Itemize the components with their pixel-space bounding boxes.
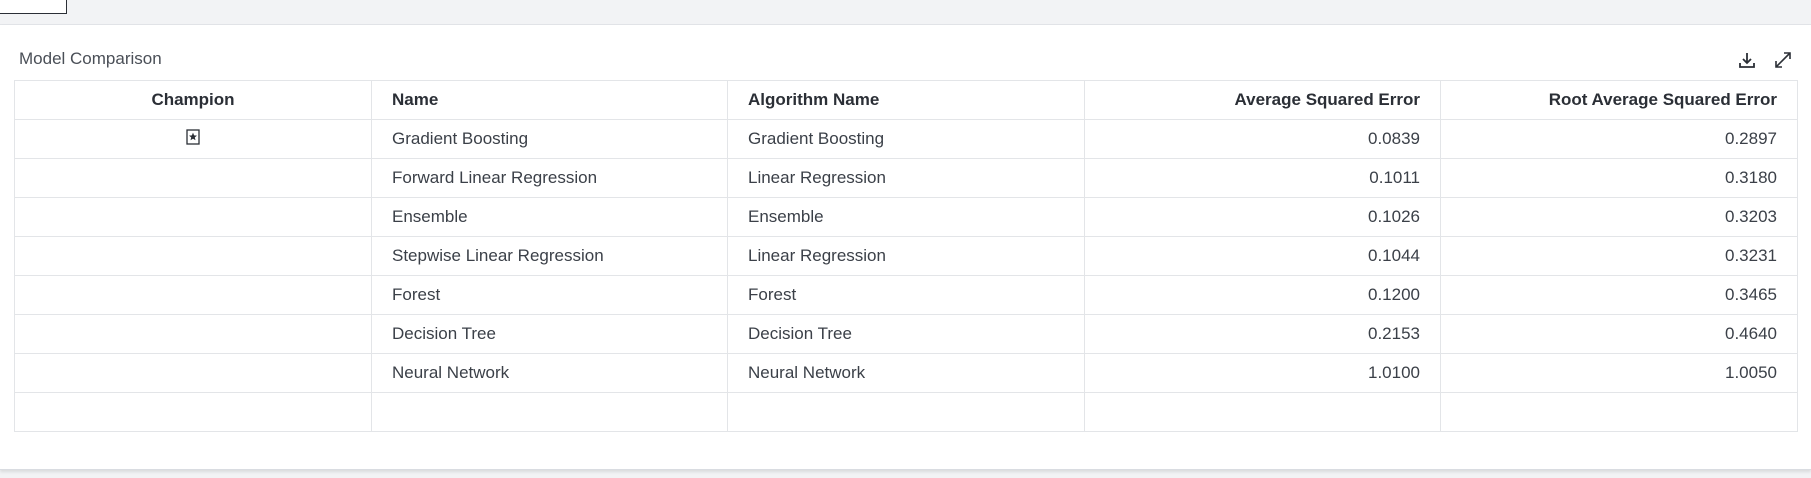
empty-cell (1084, 392, 1441, 432)
champion-cell (14, 158, 372, 198)
column-header-average-squared-error[interactable]: Average Squared Error (1084, 80, 1441, 120)
rase-cell: 0.4640 (1440, 314, 1798, 354)
column-header-algorithm-name[interactable]: Algorithm Name (727, 80, 1085, 120)
rase-cell: 0.3180 (1440, 158, 1798, 198)
table-row[interactable]: Forest Forest 0.1200 0.3465 (14, 275, 1798, 315)
table-row[interactable]: Decision Tree Decision Tree 0.2153 0.464… (14, 314, 1798, 354)
rase-cell: 0.3203 (1440, 197, 1798, 237)
ase-cell: 0.1011 (1084, 158, 1441, 198)
name-cell: Ensemble (371, 197, 728, 237)
top-bar (0, 0, 1811, 25)
ase-cell: 0.1044 (1084, 236, 1441, 276)
table-row[interactable]: Gradient Boosting Gradient Boosting 0.08… (14, 119, 1798, 159)
name-cell: Neural Network (371, 353, 728, 393)
column-header-champion[interactable]: Champion (14, 80, 372, 120)
algorithm-cell: Decision Tree (727, 314, 1085, 354)
bookmark-star-icon (186, 128, 200, 150)
algorithm-cell: Forest (727, 275, 1085, 315)
algorithm-cell: Gradient Boosting (727, 119, 1085, 159)
empty-table-row (14, 392, 1798, 432)
empty-cell (371, 392, 728, 432)
table-header-row: Champion Name Algorithm Name Average Squ… (14, 80, 1798, 120)
name-cell: Stepwise Linear Regression (371, 236, 728, 276)
table-row[interactable]: Stepwise Linear Regression Linear Regres… (14, 236, 1798, 276)
name-cell: Decision Tree (371, 314, 728, 354)
algorithm-cell: Neural Network (727, 353, 1085, 393)
ase-cell: 0.2153 (1084, 314, 1441, 354)
rase-cell: 0.3231 (1440, 236, 1798, 276)
algorithm-cell: Ensemble (727, 197, 1085, 237)
champion-cell (14, 197, 372, 237)
name-cell: Forest (371, 275, 728, 315)
champion-cell (14, 353, 372, 393)
empty-cell (14, 392, 372, 432)
empty-cell (1440, 392, 1798, 432)
ase-cell: 0.0839 (1084, 119, 1441, 159)
empty-cell (727, 392, 1085, 432)
table-row[interactable]: Ensemble Ensemble 0.1026 0.3203 (14, 197, 1798, 237)
ase-cell: 1.0100 (1084, 353, 1441, 393)
rase-cell: 0.2897 (1440, 119, 1798, 159)
model-comparison-table: Champion Name Algorithm Name Average Squ… (14, 80, 1798, 432)
name-cell: Forward Linear Regression (371, 158, 728, 198)
download-icon[interactable] (1734, 47, 1760, 73)
column-header-root-average-squared-error[interactable]: Root Average Squared Error (1440, 80, 1798, 120)
ase-cell: 0.1026 (1084, 197, 1441, 237)
rase-cell: 0.3465 (1440, 275, 1798, 315)
algorithm-cell: Linear Regression (727, 158, 1085, 198)
table-row[interactable]: Neural Network Neural Network 1.0100 1.0… (14, 353, 1798, 393)
model-comparison-panel: Model Comparison Champion Name Algorithm (0, 25, 1811, 470)
champion-cell (14, 314, 372, 354)
name-cell: Gradient Boosting (371, 119, 728, 159)
champion-cell (14, 275, 372, 315)
champion-cell (14, 119, 372, 159)
algorithm-cell: Linear Regression (727, 236, 1085, 276)
rase-cell: 1.0050 (1440, 353, 1798, 393)
top-tab[interactable] (0, 0, 67, 14)
panel-title: Model Comparison (19, 49, 162, 68)
column-header-name[interactable]: Name (371, 80, 728, 120)
expand-icon[interactable] (1770, 47, 1796, 73)
champion-cell (14, 236, 372, 276)
ase-cell: 0.1200 (1084, 275, 1441, 315)
table-row[interactable]: Forward Linear Regression Linear Regress… (14, 158, 1798, 198)
